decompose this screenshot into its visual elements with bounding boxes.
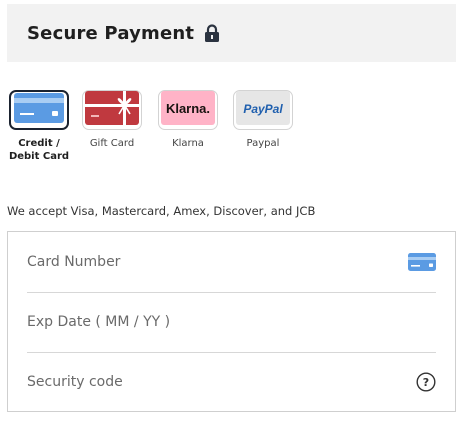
credit-card-icon xyxy=(14,93,64,127)
secure-payment-header: Secure Payment xyxy=(7,4,456,62)
gift-card-tile[interactable] xyxy=(82,90,142,130)
lock-icon xyxy=(204,23,220,43)
paypal-tile[interactable]: PayPal xyxy=(233,90,293,130)
page-title: Secure Payment xyxy=(27,22,195,44)
security-code-input[interactable] xyxy=(27,374,367,390)
payment-method-gift-card[interactable]: Gift Card xyxy=(79,90,145,150)
payment-method-credit-card[interactable]: Credit / Debit Card xyxy=(6,90,72,163)
svg-text:?: ? xyxy=(423,376,429,389)
payment-method-paypal[interactable]: PayPal Paypal xyxy=(230,90,296,150)
payment-method-klarna[interactable]: Klarna. Klarna xyxy=(155,90,221,150)
security-code-row: ? xyxy=(27,352,436,412)
payment-method-selector: Credit / Debit Card Gift Card Klarna. Kl… xyxy=(6,90,306,170)
payment-method-label: Paypal xyxy=(246,138,280,149)
card-number-input[interactable] xyxy=(27,254,367,270)
payment-method-label: Credit / Debit Card xyxy=(8,138,70,162)
paypal-logo: PayPal xyxy=(236,91,290,129)
card-details-form: ? xyxy=(7,231,456,412)
credit-card-icon xyxy=(408,253,436,271)
credit-card-tile[interactable] xyxy=(9,90,69,130)
gift-card-icon xyxy=(85,91,139,129)
svg-text:Klarna.: Klarna. xyxy=(166,101,210,116)
payment-method-label: Klarna xyxy=(172,138,204,149)
exp-date-row xyxy=(27,292,436,353)
payment-method-label: Gift Card xyxy=(89,138,135,149)
svg-text:PayPal: PayPal xyxy=(243,102,283,116)
klarna-logo: Klarna. xyxy=(161,91,215,129)
help-icon[interactable]: ? xyxy=(416,372,436,392)
exp-date-input[interactable] xyxy=(27,314,367,330)
accepted-cards-text: We accept Visa, Mastercard, Amex, Discov… xyxy=(7,204,316,218)
card-number-row xyxy=(27,232,436,293)
klarna-tile[interactable]: Klarna. xyxy=(158,90,218,130)
